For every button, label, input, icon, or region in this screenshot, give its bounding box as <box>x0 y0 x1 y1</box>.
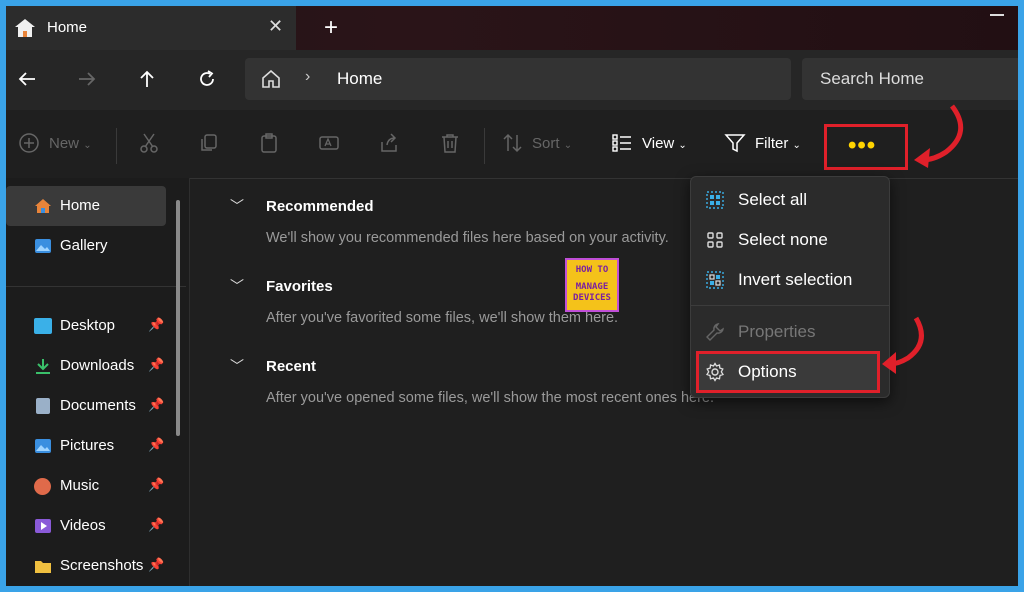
gallery-icon <box>35 239 51 253</box>
up-button[interactable] <box>132 64 162 94</box>
desktop-icon <box>34 318 52 334</box>
sidebar-item-downloads[interactable]: Downloads 📌 <box>6 346 166 386</box>
tab-home[interactable]: Home ✕ <box>6 6 296 50</box>
see-more-menu: Select all Select none Invert selection … <box>690 176 890 398</box>
command-bar: New ⌄ Sort ⌄ View ⌄ Filter ⌄ ••• <box>6 110 1018 179</box>
download-icon <box>36 359 50 374</box>
close-tab-button[interactable]: ✕ <box>268 16 283 37</box>
rename-icon[interactable] <box>318 132 340 154</box>
wrench-icon <box>706 323 724 341</box>
sort-button[interactable]: Sort ⌄ <box>532 135 572 152</box>
title-bar: Home ✕ + <box>6 6 1018 50</box>
select-none-icon <box>707 232 723 248</box>
breadcrumb-home[interactable]: Home <box>337 69 382 89</box>
forward-button[interactable] <box>72 64 102 94</box>
select-all-icon <box>706 191 724 209</box>
invert-selection-icon <box>706 271 724 289</box>
arrow-right-icon <box>79 72 96 86</box>
sidebar-item-videos[interactable]: Videos 📌 <box>6 506 166 546</box>
sidebar-item-gallery[interactable]: Gallery <box>6 226 166 266</box>
refresh-button[interactable] <box>192 64 222 94</box>
chevron-down-icon[interactable]: ﹀ <box>230 276 244 296</box>
pictures-icon <box>35 439 51 453</box>
sidebar-scrollbar[interactable] <box>176 200 180 436</box>
see-more-button[interactable]: ••• <box>824 124 908 170</box>
copy-icon[interactable] <box>198 132 220 154</box>
tab-title: Home <box>47 19 88 36</box>
section-recommended-title[interactable]: Recommended <box>266 198 374 215</box>
videos-icon <box>35 519 51 533</box>
navigation-pane: Home Gallery Desktop 📌 Downloads 📌 Docum… <box>6 178 189 586</box>
home-icon <box>35 199 51 213</box>
pin-icon: 📌 <box>148 437 165 452</box>
paste-icon[interactable] <box>258 132 280 154</box>
chevron-down-icon[interactable]: ﹀ <box>230 196 244 216</box>
sidebar-item-screenshots[interactable]: Screenshots 📌 <box>6 546 166 586</box>
annotation-arrow-icon <box>914 104 964 168</box>
section-favorites-description: After you've favorited some files, we'll… <box>266 310 619 326</box>
filter-button[interactable]: Filter ⌄ <box>755 135 801 152</box>
sidebar-divider <box>6 286 186 287</box>
pin-icon: 📌 <box>148 557 165 572</box>
how-to-manage-devices-logo: HOW TO MANAGE DEVICES <box>565 258 619 312</box>
menu-item-invert-selection[interactable]: Invert selection <box>697 261 883 299</box>
section-recommended-description: We'll show you recommended files here ba… <box>266 230 669 246</box>
new-tab-button[interactable]: + <box>324 14 338 42</box>
more-dots-icon: ••• <box>848 132 877 159</box>
address-field[interactable]: › Home <box>245 58 791 100</box>
pin-icon: 📌 <box>148 357 165 372</box>
section-recent-title[interactable]: Recent <box>266 358 316 375</box>
view-button[interactable]: View ⌄ <box>642 135 687 152</box>
home-outline-icon <box>262 70 280 88</box>
annotation-arrow-icon <box>882 316 924 374</box>
menu-item-select-all[interactable]: Select all <box>697 181 883 219</box>
minimize-button[interactable] <box>990 14 1004 16</box>
new-button[interactable]: New ⌄ <box>49 135 92 152</box>
filter-icon <box>724 134 746 153</box>
menu-item-properties[interactable]: Properties <box>697 313 883 351</box>
section-favorites-title[interactable]: Favorites <box>266 278 333 295</box>
share-icon[interactable] <box>378 132 400 154</box>
pin-icon: 📌 <box>148 477 165 492</box>
cut-icon[interactable] <box>138 132 160 154</box>
sidebar-item-home[interactable]: Home <box>6 186 166 226</box>
back-button[interactable] <box>12 64 42 94</box>
pane-divider <box>189 178 190 586</box>
refresh-icon <box>200 70 214 86</box>
search-input[interactable]: Search Home <box>802 58 1018 100</box>
file-explorer-window: Home ✕ + › Home Search Home New ⌄ Sort ⌄… <box>6 6 1018 586</box>
arrow-up-icon <box>140 70 154 87</box>
chevron-down-icon[interactable]: ﹀ <box>230 356 244 376</box>
search-placeholder: Search Home <box>820 69 924 88</box>
menu-divider <box>691 305 889 306</box>
pin-icon: 📌 <box>148 517 165 532</box>
address-bar-row: › Home Search Home <box>6 50 1018 110</box>
sidebar-item-music[interactable]: Music 📌 <box>6 466 166 506</box>
sidebar-item-documents[interactable]: Documents 📌 <box>6 386 166 426</box>
menu-item-select-none[interactable]: Select none <box>697 221 883 259</box>
arrow-left-icon <box>18 72 35 86</box>
music-icon <box>34 478 51 495</box>
view-icon <box>612 134 631 152</box>
sidebar-item-desktop[interactable]: Desktop 📌 <box>6 306 166 346</box>
home-icon <box>15 19 35 37</box>
delete-icon[interactable] <box>439 132 461 154</box>
divider <box>484 128 485 164</box>
chevron-right-icon: › <box>305 68 311 85</box>
pin-icon: 📌 <box>148 317 165 332</box>
folder-icon <box>35 561 51 573</box>
divider <box>116 128 117 164</box>
documents-icon <box>36 398 50 414</box>
pin-icon: 📌 <box>148 397 165 412</box>
plus-circle-icon <box>19 133 39 153</box>
sidebar-item-pictures[interactable]: Pictures 📌 <box>6 426 166 466</box>
section-recent-description: After you've opened some files, we'll sh… <box>266 390 715 406</box>
options-highlight-box <box>696 351 880 393</box>
sort-icon <box>503 133 522 153</box>
